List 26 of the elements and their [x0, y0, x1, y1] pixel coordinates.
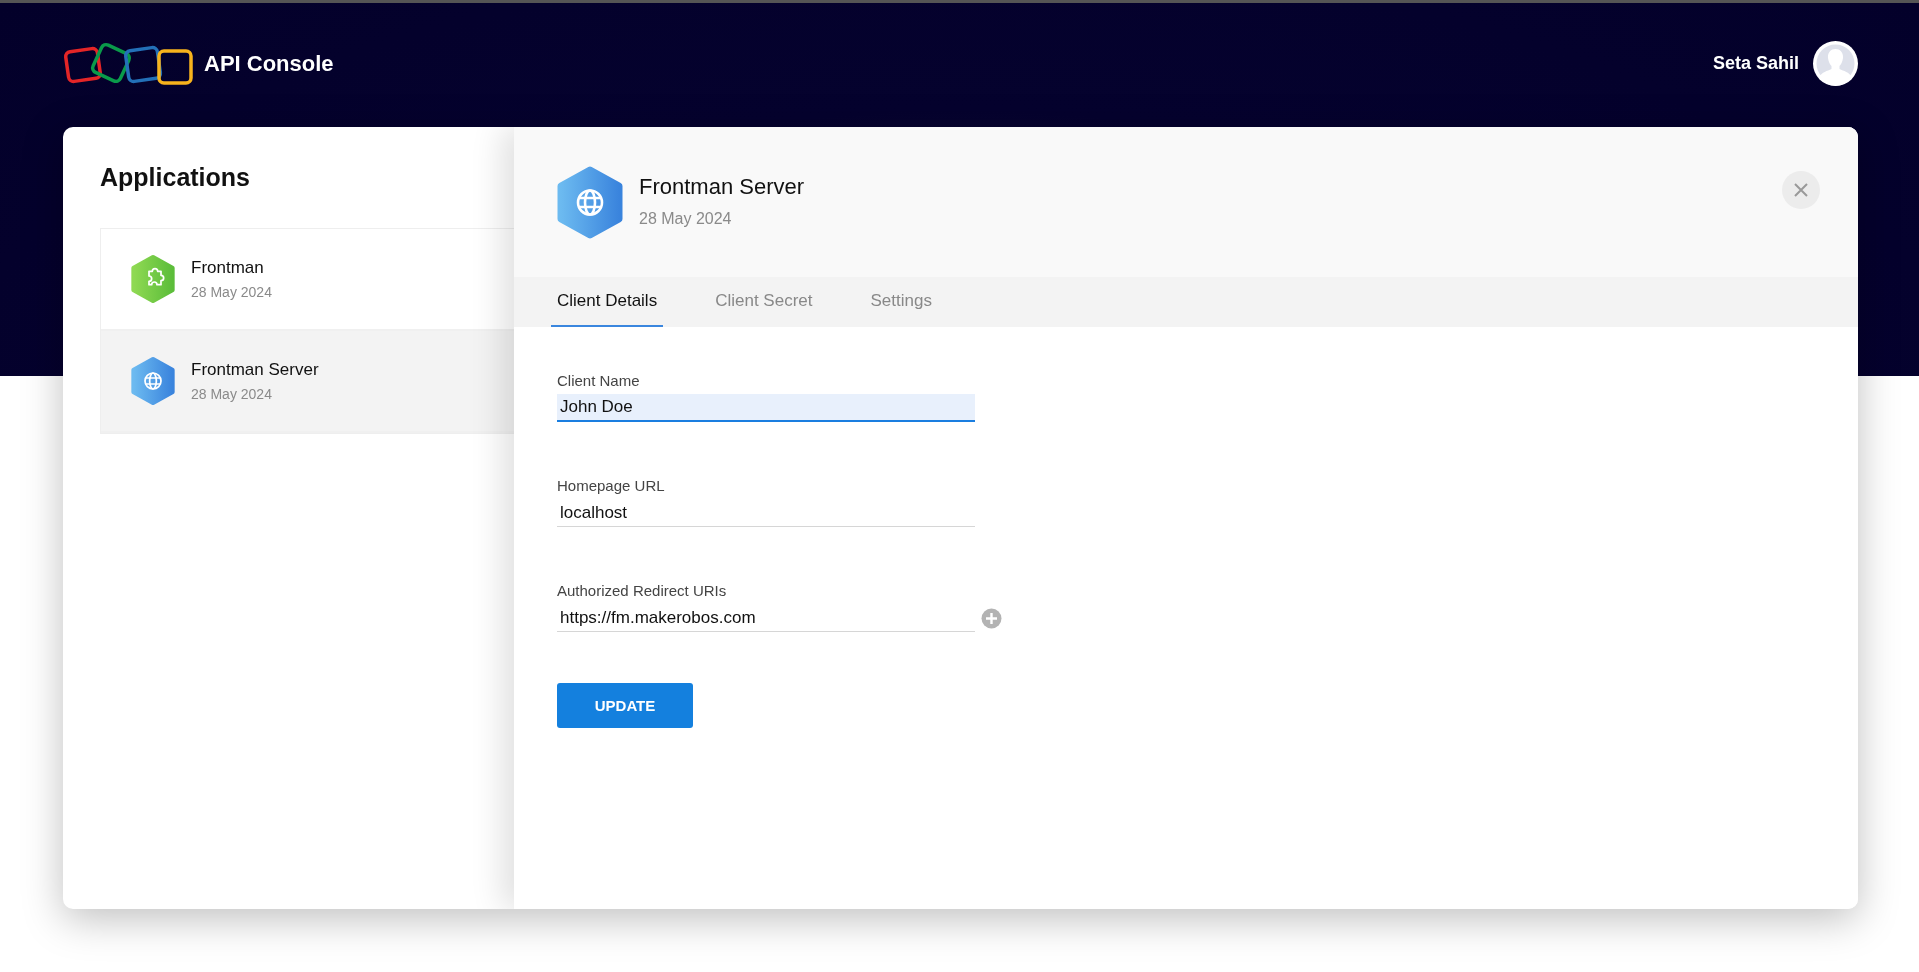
input-field[interactable]: John Doe: [557, 394, 975, 422]
close-button[interactable]: [1782, 171, 1820, 209]
application-title: Frontman Server: [639, 174, 805, 200]
created-date: 28 May 2024: [639, 210, 733, 228]
avatar-icon[interactable]: [1813, 41, 1858, 86]
update-button[interactable]: UPDATE: [557, 683, 693, 728]
input-field[interactable]: https://fm.makerobos.com: [557, 604, 975, 632]
field-label: Authorized Redirect URIs: [557, 582, 728, 599]
field-label: Client Name: [557, 372, 641, 389]
field-label: Homepage URL: [557, 477, 666, 494]
application-item[interactable]: Frontman Server 28 May 2024: [101, 331, 514, 433]
close-icon: [1794, 183, 1808, 197]
application-name: Frontman: [191, 258, 265, 278]
application-name: Frontman Server: [191, 360, 319, 380]
app-title: API Console: [204, 50, 334, 77]
logo-icon: [63, 41, 194, 86]
application-date: 28 May 2024: [191, 386, 273, 402]
globe-icon: [557, 166, 623, 239]
application-date: 28 May 2024: [191, 284, 272, 300]
add-icon[interactable]: [981, 607, 1002, 629]
tab[interactable]: Client Details: [551, 277, 664, 327]
user-name: Seta Sahil: [1712, 53, 1799, 74]
input-field[interactable]: localhost: [557, 499, 975, 527]
globe-icon: [131, 356, 175, 406]
section-title: Applications: [100, 163, 251, 192]
puzzle-icon: [131, 254, 175, 304]
